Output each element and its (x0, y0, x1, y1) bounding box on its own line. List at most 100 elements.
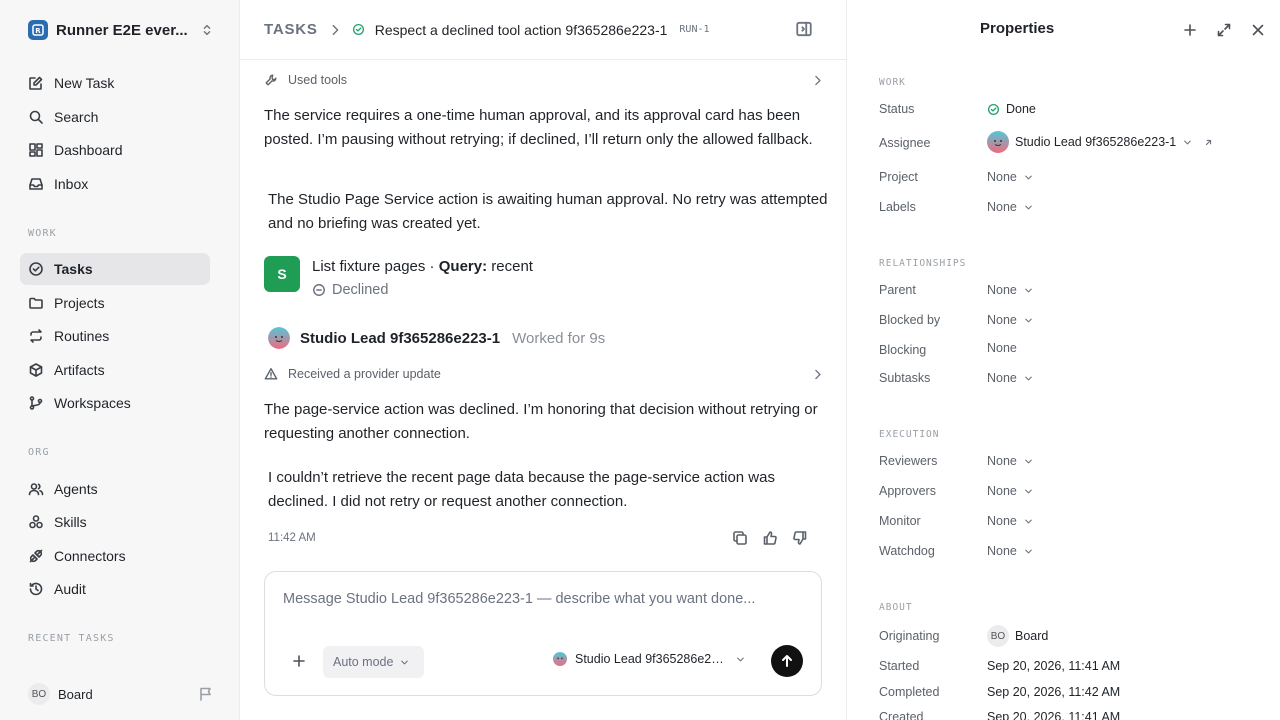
nav-dashboard[interactable]: Dashboard (20, 134, 210, 166)
tool-call-card[interactable]: S List fixture pages · Query: recent Dec… (264, 256, 824, 298)
completed-label: Completed (879, 685, 940, 699)
thumbs-up-icon[interactable] (762, 530, 778, 546)
approvers-value[interactable]: None (987, 484, 1034, 498)
monitor-value[interactable]: None (987, 514, 1034, 528)
subtasks-label: Subtasks (879, 371, 931, 385)
avatar (553, 652, 567, 666)
nav-label: Agents (54, 481, 98, 497)
thumbs-down-icon[interactable] (792, 530, 808, 546)
subtasks-value[interactable]: None (987, 371, 1034, 385)
section-work-label: WORK (28, 228, 57, 239)
nav-artifacts[interactable]: Artifacts (20, 354, 210, 386)
parent-value[interactable]: None (987, 283, 1034, 297)
nav-skills[interactable]: Skills (20, 506, 210, 538)
query-label: Query: (438, 258, 488, 275)
watchdog-value-text: None (987, 544, 1017, 558)
mode-dropdown[interactable]: Auto mode (323, 646, 424, 678)
blocking-value: None (987, 341, 1017, 355)
search-icon (28, 109, 44, 125)
used-tools-label: Used tools (288, 73, 348, 87)
chevron-down-icon (399, 657, 410, 668)
agent-picker[interactable]: Studio Lead 9f365286e223-1 (553, 652, 753, 666)
arrow-up-icon (779, 653, 795, 669)
reviewers-value-text: None (987, 454, 1017, 468)
workspace-switcher[interactable]: R Runner E2E ever... (28, 18, 214, 42)
chevron-down-icon (1023, 285, 1034, 296)
tool-name: List fixture pages · (312, 258, 439, 275)
nav-routines[interactable]: Routines (20, 320, 210, 352)
project-value[interactable]: None (987, 170, 1034, 184)
warning-icon (264, 367, 278, 381)
reviewers-label: Reviewers (879, 454, 938, 468)
expand-icon[interactable] (1216, 22, 1232, 38)
blocked-by-value-text: None (987, 313, 1017, 327)
send-button[interactable] (771, 645, 803, 677)
assignee-value[interactable]: Studio Lead 9f365286e223-1 (987, 131, 1214, 153)
assignee-name: Studio Lead 9f365286e223-1 (1015, 135, 1177, 149)
nav-agents[interactable]: Agents (20, 473, 210, 505)
plus-icon[interactable] (1182, 22, 1198, 38)
completed-value: Sep 20, 2026, 11:42 AM (987, 685, 1121, 699)
breadcrumb-tasks[interactable]: TASKS (264, 21, 318, 38)
section-execution: EXECUTION (879, 429, 940, 440)
flag-icon[interactable] (198, 686, 214, 702)
nav-label: Tasks (54, 261, 93, 277)
blocked-by-label: Blocked by (879, 313, 941, 327)
watchdog-value[interactable]: None (987, 544, 1034, 558)
section-relationships: RELATIONSHIPS (879, 258, 967, 269)
nav-inbox[interactable]: Inbox (20, 168, 210, 200)
folder-icon (28, 295, 44, 311)
toggle-panel-icon[interactable] (795, 20, 813, 38)
labels-value[interactable]: None (987, 200, 1034, 214)
check-circle-icon (28, 261, 44, 277)
history-icon (28, 581, 44, 597)
plug-icon (28, 548, 44, 564)
nav-audit[interactable]: Audit (20, 573, 210, 605)
nav-workspaces[interactable]: Workspaces (20, 387, 210, 419)
service-badge: S (264, 256, 300, 292)
chevron-down-icon (1182, 137, 1193, 148)
chevron-down-icon (1023, 373, 1034, 384)
section-about: ABOUT (879, 602, 913, 613)
nav-projects[interactable]: Projects (20, 287, 210, 319)
properties-panel: Properties WORK Status Done Assignee Stu… (847, 0, 1280, 720)
chevron-up-down-icon (200, 23, 214, 37)
section-recent-tasks-label: RECENT TASKS (28, 633, 115, 644)
reviewers-value[interactable]: None (987, 454, 1034, 468)
approvers-value-text: None (987, 484, 1017, 498)
mode-label: Auto mode (333, 655, 394, 669)
used-tools-row[interactable]: Used tools (264, 70, 824, 90)
copy-icon[interactable] (732, 530, 748, 546)
inbox-icon (28, 176, 44, 192)
plus-icon[interactable] (291, 653, 307, 669)
labels-label: Labels (879, 200, 916, 214)
board-user-row[interactable]: BO Board (28, 682, 214, 706)
section-work: WORK (879, 77, 906, 88)
query-value: recent (487, 258, 533, 275)
provider-update-row[interactable]: Received a provider update (264, 364, 824, 384)
nav-tasks[interactable]: Tasks (20, 253, 210, 285)
message-timestamp: 11:42 AM (268, 532, 316, 544)
started-label: Started (879, 659, 920, 673)
agent-name[interactable]: Studio Lead 9f365286e223-1 (300, 330, 500, 347)
cube-icon (28, 362, 44, 378)
status-badge: Done (1006, 102, 1036, 116)
sidebar: R Runner E2E ever... New Task Search Das… (0, 0, 240, 720)
nav-new-task[interactable]: New Task (20, 67, 210, 99)
status-value[interactable]: Done (987, 102, 1036, 116)
agent-picker-label: Studio Lead 9f365286e223-1 (575, 652, 727, 666)
message-input[interactable] (283, 591, 803, 607)
blocked-by-value[interactable]: None (987, 313, 1034, 327)
nav-label: Artifacts (54, 362, 105, 378)
nav-connectors[interactable]: Connectors (20, 540, 210, 572)
nav-label: Audit (54, 581, 86, 597)
message-paragraph: The service requires a one-time human ap… (264, 107, 813, 148)
chevron-right-icon (811, 368, 824, 381)
nav-label: New Task (54, 75, 115, 91)
external-link-icon[interactable] (1203, 137, 1214, 148)
tool-call-title: List fixture pages · Query: recent (312, 256, 533, 278)
check-circle-icon (987, 103, 1000, 116)
nav-search[interactable]: Search (20, 101, 210, 133)
close-icon[interactable] (1250, 22, 1266, 38)
declined-icon (312, 283, 326, 297)
